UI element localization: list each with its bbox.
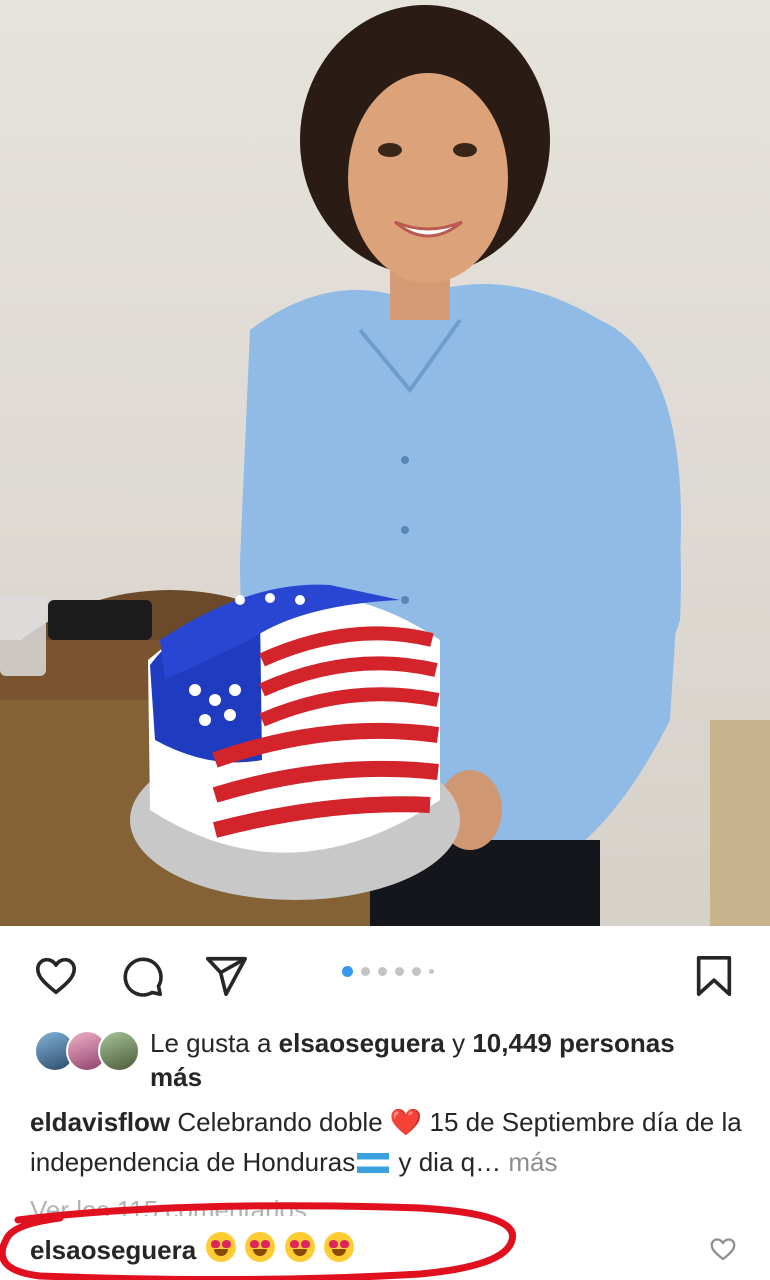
heart-eyes-emoji-icon bbox=[245, 1232, 276, 1262]
heart-eyes-emoji-icon bbox=[206, 1232, 237, 1262]
small-heart-icon[interactable] bbox=[708, 1234, 738, 1264]
likes-prefix: Le gusta a bbox=[150, 1028, 279, 1058]
likes-joiner: y bbox=[444, 1028, 473, 1058]
carousel-indicator bbox=[342, 966, 434, 977]
caption-username[interactable]: eldavisflow bbox=[30, 1107, 170, 1137]
liker-avatars[interactable] bbox=[34, 1030, 140, 1072]
bookmark-icon[interactable] bbox=[688, 950, 740, 1002]
view-comments-link[interactable]: Ver los 115 comentarios bbox=[30, 1190, 307, 1216]
heart-eyes-emoji-icon bbox=[284, 1232, 315, 1262]
comment-bubble-icon[interactable] bbox=[116, 950, 168, 1002]
heart-outline-icon[interactable] bbox=[30, 950, 82, 1002]
caption-more-link[interactable]: más bbox=[508, 1147, 557, 1177]
avatar bbox=[98, 1030, 140, 1072]
carousel-dot bbox=[395, 967, 404, 976]
comment-emojis bbox=[206, 1232, 356, 1269]
likes-summary[interactable]: Le gusta a elsaoseguera y 10,449 persona… bbox=[150, 1026, 750, 1094]
paper-plane-icon[interactable] bbox=[200, 950, 252, 1002]
post-photo[interactable] bbox=[0, 0, 770, 926]
honduras-flag-icon bbox=[357, 1153, 390, 1173]
comment-username[interactable]: elsaoseguera bbox=[30, 1235, 196, 1266]
carousel-dot bbox=[412, 967, 421, 976]
comment-row: elsaoseguera bbox=[30, 1232, 356, 1269]
caption-text-3: y dia q… bbox=[398, 1147, 502, 1177]
liker-username[interactable]: elsaoseguera bbox=[279, 1028, 445, 1058]
red-heart-emoji: ❤️ bbox=[389, 1107, 423, 1137]
carousel-dot bbox=[429, 969, 434, 974]
heart-eyes-emoji-icon bbox=[323, 1232, 354, 1262]
carousel-dot-active bbox=[342, 966, 353, 977]
carousel-dot bbox=[361, 967, 370, 976]
likes-suffix[interactable]: más bbox=[150, 1062, 202, 1092]
caption-text-1: Celebrando doble bbox=[177, 1107, 383, 1137]
carousel-dot bbox=[378, 967, 387, 976]
post-caption: eldavisflow Celebrando doble ❤️ 15 de Se… bbox=[30, 1102, 742, 1182]
post-photo-illustration bbox=[0, 5, 770, 926]
likes-count[interactable]: 10,449 personas bbox=[472, 1028, 674, 1058]
